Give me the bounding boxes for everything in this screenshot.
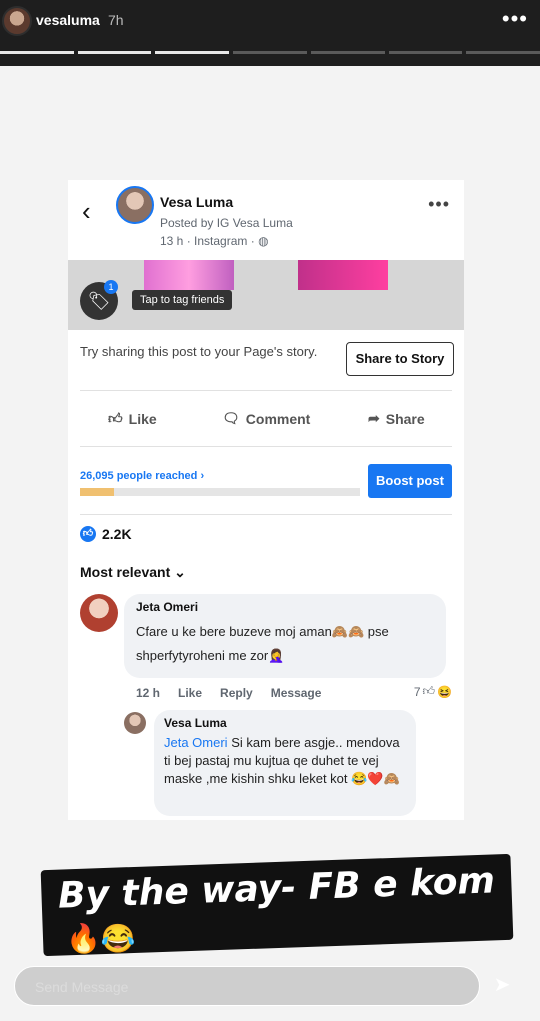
share-button[interactable]: ➦ Share bbox=[368, 410, 425, 427]
story-progress bbox=[0, 51, 540, 54]
comment-author[interactable]: Jeta Omeri bbox=[136, 600, 198, 614]
post-meta: 13 h · Instagram · ◍ bbox=[160, 234, 269, 248]
share-to-story-button[interactable]: Share to Story bbox=[346, 342, 454, 376]
send-icon[interactable]: ➤ bbox=[488, 972, 516, 1000]
image-fragment bbox=[298, 260, 388, 290]
progress-segment bbox=[0, 51, 74, 54]
commenter-avatar[interactable] bbox=[80, 594, 118, 632]
comment-text: Cfare u ke bere buzeve moj aman🙈🙈 pse sh… bbox=[136, 624, 389, 663]
tag-badge: 1 bbox=[104, 280, 118, 294]
comment-icon: 🗨 bbox=[222, 410, 240, 426]
laugh-reaction-icon: 😆 bbox=[437, 684, 452, 699]
comment-sort-dropdown[interactable]: Most relevant ⌄ bbox=[80, 564, 186, 581]
story-username[interactable]: vesaluma bbox=[36, 12, 100, 28]
back-arrow-icon[interactable]: ‹ bbox=[82, 196, 91, 227]
like-reaction-icon: 👍︎ bbox=[422, 684, 436, 698]
progress-segment bbox=[233, 51, 307, 54]
reply-text: Jeta Omeri Si kam bere asgje.. mendova t… bbox=[164, 734, 408, 788]
sort-label: Most relevant bbox=[80, 564, 171, 580]
comment-time: 12 h bbox=[136, 686, 161, 700]
comment-label: Comment bbox=[245, 410, 311, 427]
globe-icon: ◍ bbox=[258, 234, 269, 248]
divider bbox=[80, 514, 452, 515]
progress-segment bbox=[77, 51, 152, 54]
progress-segment bbox=[155, 51, 230, 54]
facebook-post-card: ‹ Vesa Luma Posted by IG Vesa Luma 13 h … bbox=[68, 180, 464, 820]
posted-by-text: Posted by IG Vesa Luma bbox=[160, 216, 293, 230]
comment-meta: 12 h Like Reply Message bbox=[136, 686, 321, 700]
thumbs-up-icon: 👍︎ bbox=[108, 410, 123, 426]
caption-emojis: 🔥😂 bbox=[66, 923, 136, 954]
comment-reaction-count: 7 bbox=[413, 684, 421, 699]
share-prompt: Try sharing this post to your Page's sto… bbox=[80, 344, 318, 359]
post-options-icon[interactable]: ••• bbox=[428, 194, 450, 215]
story-avatar[interactable] bbox=[2, 6, 32, 36]
send-message-input[interactable]: Send Message bbox=[14, 966, 480, 1006]
post-meta-text: 13 h · Instagram · bbox=[160, 234, 255, 248]
page-avatar[interactable] bbox=[116, 186, 154, 224]
reached-text: 26,095 people reached bbox=[80, 470, 198, 482]
comment-like-action[interactable]: Like bbox=[178, 686, 202, 700]
like-button[interactable]: 👍︎ Like bbox=[108, 410, 157, 427]
divider bbox=[80, 446, 452, 447]
divider bbox=[80, 390, 452, 391]
comment-bubble: Jeta Omeri Cfare u ke bere buzeve moj am… bbox=[124, 594, 446, 678]
page-name[interactable]: Vesa Luma bbox=[160, 194, 233, 210]
post-image: 🏷 1 Tap to tag friends bbox=[68, 260, 464, 330]
image-fragment bbox=[144, 260, 234, 290]
reach-progress-bar bbox=[80, 488, 360, 496]
progress-segment bbox=[388, 51, 463, 54]
reach-progress-fill bbox=[80, 488, 114, 496]
reply-mention[interactable]: Jeta Omeri bbox=[164, 735, 228, 750]
people-reached-link[interactable]: 26,095 people reached › bbox=[80, 470, 204, 482]
comment-button[interactable]: 🗨 Comment bbox=[222, 410, 310, 427]
story-header: vesaluma 7h ••• bbox=[0, 0, 540, 66]
more-options-icon[interactable]: ••• bbox=[502, 6, 528, 32]
like-reaction-icon: 👍︎ bbox=[80, 526, 96, 542]
tag-tooltip: Tap to tag friends bbox=[132, 290, 233, 310]
like-label: Like bbox=[128, 410, 157, 427]
comment-reactions[interactable]: 7 👍︎ 😆 bbox=[414, 684, 452, 699]
progress-segment bbox=[310, 51, 385, 54]
comment-reply-action[interactable]: Reply bbox=[220, 686, 253, 700]
share-icon: ➦ bbox=[368, 410, 380, 426]
reply-bubble: Vesa Luma Jeta Omeri Si kam bere asgje..… bbox=[154, 710, 416, 816]
boost-post-button[interactable]: Boost post bbox=[368, 464, 452, 498]
progress-segment bbox=[466, 51, 540, 54]
share-label: Share bbox=[385, 410, 425, 427]
chevron-down-icon: ⌄ bbox=[174, 564, 186, 580]
comment-message-action[interactable]: Message bbox=[271, 686, 322, 700]
reply-author[interactable]: Vesa Luma bbox=[164, 716, 227, 730]
story-time: 7h bbox=[108, 12, 124, 28]
reply-avatar[interactable] bbox=[124, 712, 146, 734]
reaction-summary[interactable]: 👍︎ 2.2K bbox=[80, 526, 132, 542]
like-count: 2.2K bbox=[102, 526, 132, 542]
